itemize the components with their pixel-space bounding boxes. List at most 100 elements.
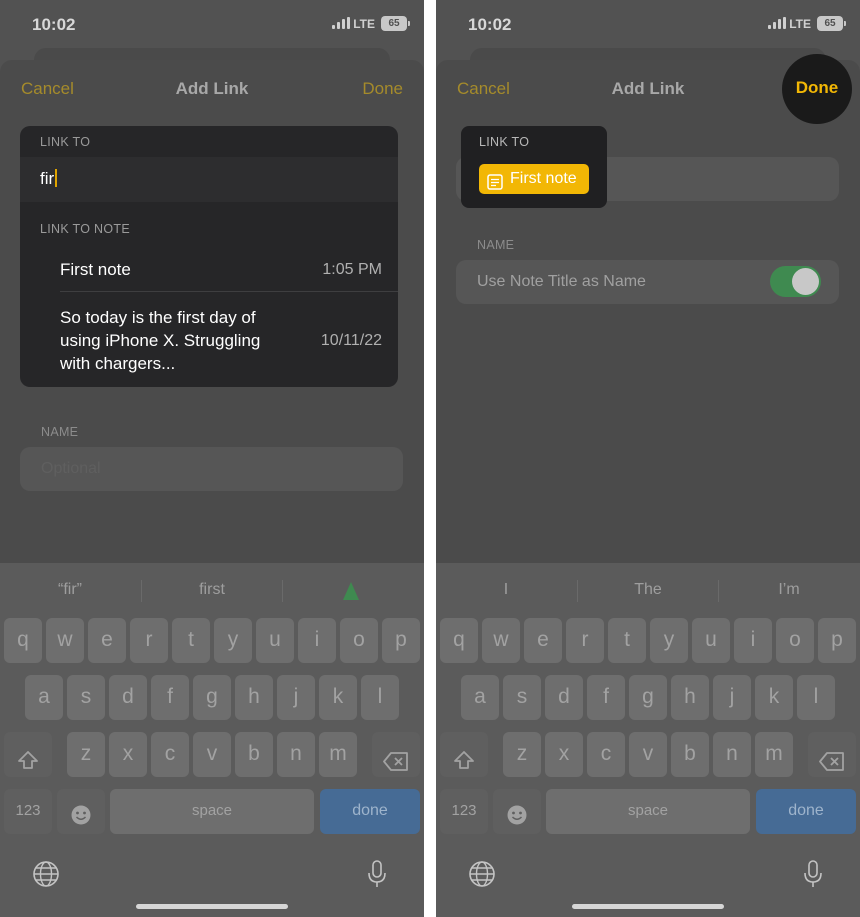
delete-icon [383, 745, 409, 788]
key-z[interactable]: z [67, 732, 105, 777]
key-b[interactable]: b [671, 732, 709, 777]
key-q[interactable]: q [4, 618, 42, 663]
keyboard-done-key[interactable]: done [756, 789, 856, 834]
suggestion-item[interactable]: “fir” [0, 581, 140, 599]
key-z[interactable]: z [503, 732, 541, 777]
linked-note-chip[interactable]: First note [479, 164, 589, 194]
key-h[interactable]: h [671, 675, 709, 720]
shift-key[interactable] [440, 732, 488, 777]
shift-key[interactable] [4, 732, 52, 777]
key-m[interactable]: m [319, 732, 357, 777]
key-s[interactable]: s [67, 675, 105, 720]
network-label: LTE [789, 17, 811, 31]
note-suggestion-item[interactable]: So today is the first day of using iPhon… [60, 306, 382, 376]
key-f[interactable]: f [151, 675, 189, 720]
done-button-highlight[interactable]: Done [782, 54, 852, 124]
delete-key[interactable] [808, 732, 856, 777]
status-time: 10:02 [32, 15, 76, 34]
key-p[interactable]: p [382, 618, 420, 663]
key-d[interactable]: d [109, 675, 147, 720]
key-t[interactable]: t [608, 618, 646, 663]
key-y[interactable]: y [214, 618, 252, 663]
key-u[interactable]: u [256, 618, 294, 663]
signal-icon [768, 17, 786, 29]
microphone-icon[interactable] [802, 859, 824, 894]
use-note-title-toggle[interactable] [770, 266, 821, 297]
status-bar: 10:02 LTE 65 [436, 0, 860, 50]
key-t[interactable]: t [172, 618, 210, 663]
key-n[interactable]: n [277, 732, 315, 777]
key-v[interactable]: v [193, 732, 231, 777]
key-w[interactable]: w [46, 618, 84, 663]
key-j[interactable]: j [713, 675, 751, 720]
name-input[interactable]: Optional [20, 447, 403, 491]
key-l[interactable]: l [361, 675, 399, 720]
key-w[interactable]: w [482, 618, 520, 663]
key-p[interactable]: p [818, 618, 856, 663]
key-l[interactable]: l [797, 675, 835, 720]
key-q[interactable]: q [440, 618, 478, 663]
key-k[interactable]: k [755, 675, 793, 720]
key-r[interactable]: r [566, 618, 604, 663]
shift-icon [453, 744, 475, 787]
left-screen: 10:02 LTE 65 Cancel Add Link Done LINK T… [0, 0, 424, 917]
key-o[interactable]: o [340, 618, 378, 663]
key-b[interactable]: b [235, 732, 273, 777]
numbers-key[interactable]: 123 [440, 789, 488, 834]
link-to-input[interactable]: fir [20, 157, 398, 202]
emoji-icon [70, 800, 92, 843]
suggestion-item[interactable]: I’m [719, 581, 859, 599]
keyboard: I The I’m q w e r t y u i o p a s d f g … [436, 563, 860, 917]
key-x[interactable]: x [109, 732, 147, 777]
key-e[interactable]: e [88, 618, 126, 663]
key-e[interactable]: e [524, 618, 562, 663]
key-c[interactable]: c [587, 732, 625, 777]
key-s[interactable]: s [503, 675, 541, 720]
done-button[interactable]: Done [362, 79, 403, 99]
key-g[interactable]: g [193, 675, 231, 720]
numbers-key[interactable]: 123 [4, 789, 52, 834]
key-a[interactable]: a [461, 675, 499, 720]
key-k[interactable]: k [319, 675, 357, 720]
done-button[interactable]: Done [782, 78, 852, 98]
microphone-icon[interactable] [366, 859, 388, 894]
emoji-key[interactable] [493, 789, 541, 834]
note-date: 1:05 PM [322, 261, 382, 278]
key-f[interactable]: f [587, 675, 625, 720]
shift-icon [17, 744, 39, 787]
suggestion-item[interactable]: The [578, 581, 718, 599]
key-m[interactable]: m [755, 732, 793, 777]
status-time: 10:02 [468, 15, 512, 34]
key-v[interactable]: v [629, 732, 667, 777]
key-y[interactable]: y [650, 618, 688, 663]
key-x[interactable]: x [545, 732, 583, 777]
globe-icon[interactable] [468, 860, 496, 893]
key-u[interactable]: u [692, 618, 730, 663]
note-icon [487, 171, 503, 201]
delete-icon [819, 745, 845, 788]
key-r[interactable]: r [130, 618, 168, 663]
emoji-key[interactable] [57, 789, 105, 834]
suggestion-item[interactable]: first [142, 581, 282, 599]
key-h[interactable]: h [235, 675, 273, 720]
key-n[interactable]: n [713, 732, 751, 777]
key-d[interactable]: d [545, 675, 583, 720]
space-key[interactable]: space [546, 789, 750, 834]
keyboard-done-key[interactable]: done [320, 789, 420, 834]
delete-key[interactable] [372, 732, 420, 777]
note-suggestion-item[interactable]: First note 1:05 PM [60, 260, 382, 284]
status-bar: 10:02 LTE 65 [0, 0, 424, 50]
suggestion-item[interactable]: I [436, 581, 576, 599]
key-c[interactable]: c [151, 732, 189, 777]
key-a[interactable]: a [25, 675, 63, 720]
key-g[interactable]: g [629, 675, 667, 720]
key-i[interactable]: i [298, 618, 336, 663]
signal-icon [332, 17, 350, 29]
key-j[interactable]: j [277, 675, 315, 720]
space-key[interactable]: space [110, 789, 314, 834]
sparkle-icon[interactable] [343, 582, 359, 605]
key-i[interactable]: i [734, 618, 772, 663]
globe-icon[interactable] [32, 860, 60, 893]
divider [282, 580, 283, 602]
key-o[interactable]: o [776, 618, 814, 663]
